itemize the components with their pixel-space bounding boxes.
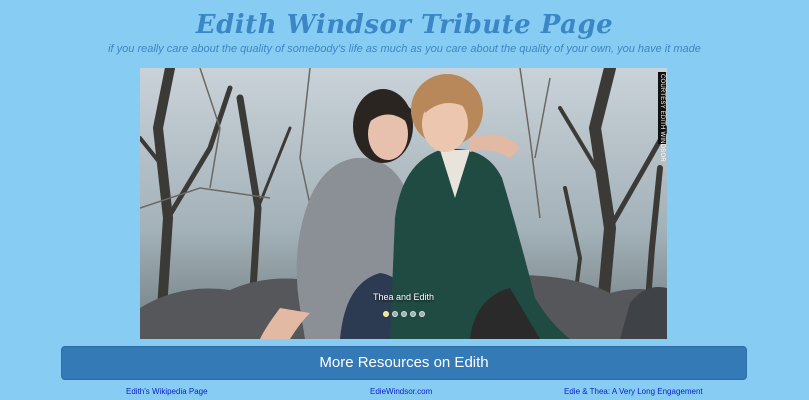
carousel-indicator-3[interactable] bbox=[400, 311, 407, 317]
carousel-indicators bbox=[140, 311, 667, 317]
tribute-page: Edith Windsor Tribute Page if you really… bbox=[0, 0, 809, 400]
photo-carousel[interactable]: COURTESY EDITH WINDSOR Thea and Edith bbox=[140, 68, 667, 339]
long-engagement-link[interactable]: Edie & Thea: A Very Long Engagement bbox=[564, 387, 703, 396]
tribute-quote: if you really care about the quality of … bbox=[108, 43, 701, 55]
carousel-indicator-4[interactable] bbox=[409, 311, 416, 317]
page-title: Edith Windsor Tribute Page bbox=[195, 10, 614, 40]
carousel-indicator-2[interactable] bbox=[391, 311, 398, 317]
resource-links: Edith's Wikipedia Page EdieWindsor.com E… bbox=[0, 386, 809, 400]
image-credit: COURTESY EDITH WINDSOR bbox=[658, 72, 666, 162]
carousel-indicator-5[interactable] bbox=[418, 311, 425, 317]
carousel-caption: Thea and Edith bbox=[372, 292, 435, 302]
carousel-indicator-1[interactable] bbox=[382, 311, 389, 317]
ediewindsor-link[interactable]: EdieWindsor.com bbox=[370, 387, 432, 396]
wikipedia-link[interactable]: Edith's Wikipedia Page bbox=[126, 387, 208, 396]
more-resources-button[interactable]: More Resources on Edith bbox=[61, 346, 747, 380]
